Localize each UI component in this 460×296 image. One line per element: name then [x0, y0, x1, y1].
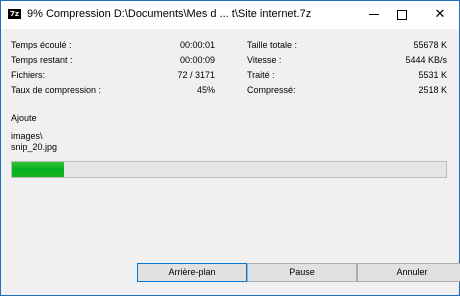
pause-button[interactable]: Pause: [247, 263, 357, 282]
compressed-value: 2518 K: [418, 85, 447, 95]
remaining-time-label: Temps restant :: [11, 55, 73, 65]
maximize-button[interactable]: [385, 1, 419, 29]
compressed-label: Compressé:: [247, 85, 296, 95]
processed-label: Traité :: [247, 70, 275, 80]
cancel-button[interactable]: Annuler: [357, 263, 460, 282]
progress-bar-fill: [12, 162, 65, 177]
window-title: 9% Compression D:\Documents\Mes d ... t\…: [27, 8, 312, 20]
files-label: Fichiers:: [11, 70, 46, 80]
compression-ratio-value: 45%: [196, 85, 215, 95]
minimize-icon: [369, 14, 379, 15]
current-file-name: snip_20.jpg: [11, 142, 58, 152]
elapsed-time-label: Temps écoulé :: [11, 40, 72, 50]
close-button[interactable]: ✕: [423, 1, 457, 29]
compression-ratio-label: Taux de compression :: [11, 85, 102, 95]
current-file-folder: images\: [11, 131, 43, 141]
processed-value: 5531 K: [418, 70, 447, 80]
remaining-time-value: 00:00:09: [179, 55, 215, 65]
close-icon: ✕: [434, 7, 446, 22]
title-bar[interactable]: 7z 9% Compression D:\Documents\Mes d ...…: [1, 1, 459, 29]
speed-value: 5444 KB/s: [405, 55, 447, 65]
maximize-icon: [397, 9, 407, 20]
compression-dialog: 7z 9% Compression D:\Documents\Mes d ...…: [0, 0, 460, 296]
progress-bar: [11, 161, 447, 178]
files-value: 72 / 3171: [177, 70, 215, 80]
app-icon: 7z: [8, 9, 21, 19]
current-file: images\ snip_20.jpg: [11, 131, 57, 153]
background-button[interactable]: Arrière-plan: [137, 263, 247, 282]
action-label: Ajoute: [11, 113, 37, 123]
total-size-label: Taille totale :: [247, 40, 298, 50]
total-size-value: 55678 K: [413, 40, 447, 50]
speed-label: Vitesse :: [247, 55, 282, 65]
elapsed-time-value: 00:00:01: [179, 40, 215, 50]
